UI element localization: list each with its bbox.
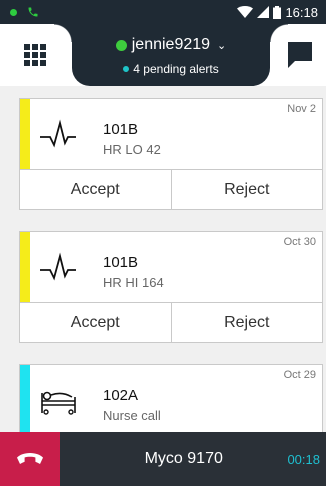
user-status-tab[interactable]: jennie9219 ⌄ 4 pending alerts <box>54 24 288 86</box>
app-header: jennie9219 ⌄ 4 pending alerts <box>0 24 326 86</box>
call-contact-name: Myco 9170 <box>144 450 223 467</box>
alert-detail: Nurse call <box>103 408 161 423</box>
hang-up-icon <box>17 453 43 464</box>
heartbeat-icon <box>40 252 76 281</box>
reject-button[interactable]: Reject <box>170 303 323 342</box>
accept-button[interactable]: Accept <box>20 170 171 209</box>
alert-card[interactable]: 101B HR LO 42 Nov 2 Accept Reject <box>19 98 323 210</box>
alert-dot-icon <box>123 66 130 72</box>
alert-room: 101B <box>103 121 139 138</box>
priority-bar <box>20 365 30 435</box>
presence-dot-icon <box>115 39 127 51</box>
accept-button[interactable]: Accept <box>20 303 171 342</box>
priority-bar <box>20 99 30 169</box>
alert-detail: HR LO 42 <box>103 142 161 157</box>
alert-room: 101B <box>103 254 139 271</box>
alert-detail: HR HI 164 <box>103 275 164 290</box>
status-bar: 16:18 <box>0 0 326 24</box>
alert-date: Nov 2 <box>287 103 316 115</box>
patient-bed-icon <box>41 391 76 415</box>
active-call-bar[interactable]: Myco 9170 00:18 <box>0 432 326 486</box>
status-dot-icon <box>10 8 17 16</box>
pending-alerts-count: 4 pending alerts <box>133 62 219 76</box>
phone-icon <box>27 6 39 18</box>
chevron-down-icon: ⌄ <box>217 39 227 52</box>
clock-time: 16:18 <box>285 4 318 20</box>
signal-icon <box>257 6 270 18</box>
battery-icon <box>273 5 282 19</box>
wifi-icon <box>237 6 254 18</box>
alert-date: Oct 30 <box>283 236 316 248</box>
username: jennie9219 <box>131 36 211 53</box>
chat-icon[interactable] <box>288 42 312 68</box>
alert-room: 102A <box>103 387 139 404</box>
alert-date: Oct 29 <box>283 369 316 381</box>
reject-button[interactable]: Reject <box>170 170 323 209</box>
hang-up-button[interactable] <box>0 432 60 486</box>
alert-card[interactable]: 102A Nurse call Oct 29 <box>19 364 323 436</box>
priority-bar <box>20 232 30 302</box>
heartbeat-icon <box>40 119 76 148</box>
call-duration: 00:18 <box>287 451 320 467</box>
apps-grid-icon[interactable] <box>24 44 48 68</box>
alert-card[interactable]: 101B HR HI 164 Oct 30 Accept Reject <box>19 231 323 343</box>
